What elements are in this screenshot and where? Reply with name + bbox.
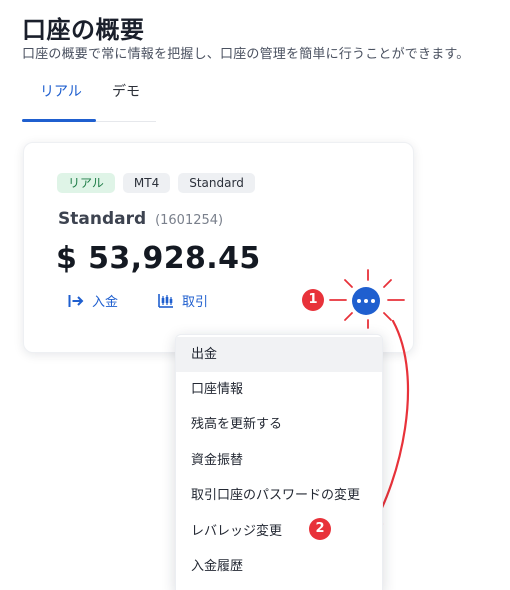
active-tab-indicator bbox=[22, 119, 96, 122]
menu-item-fund-transfer[interactable]: 資金振替 bbox=[176, 443, 382, 478]
menu-item-change-leverage[interactable]: レバレッジ変更 bbox=[176, 514, 382, 549]
account-overview-page: 口座の概要 口座の概要で常に情報を把握し、口座の管理を簡単に行うことができます。… bbox=[0, 0, 510, 590]
tab-demo[interactable]: デモ bbox=[112, 84, 140, 114]
account-card: リアル MT4 Standard Standard (1601254) $ 53… bbox=[23, 142, 414, 353]
page-title: 口座の概要 bbox=[22, 16, 145, 44]
badge-real: リアル bbox=[57, 173, 115, 193]
more-dot bbox=[364, 299, 368, 303]
more-dots-icon bbox=[357, 299, 361, 303]
arrow-into-bar-icon bbox=[68, 294, 84, 308]
deposit-button[interactable]: 入金 bbox=[68, 291, 118, 310]
step-2-marker: 2 bbox=[309, 518, 331, 540]
account-id: (1601254) bbox=[155, 213, 224, 228]
menu-item-withdraw[interactable]: 出金 bbox=[176, 337, 382, 372]
badge-platform: MT4 bbox=[122, 173, 171, 193]
trade-button[interactable]: 取引 bbox=[158, 291, 208, 310]
menu-item-change-password[interactable]: 取引口座のパスワードの変更 bbox=[176, 478, 382, 513]
more-options-menu: 出金 口座情報 残高を更新する 資金振替 取引口座のパスワードの変更 レバレッジ… bbox=[175, 334, 383, 590]
menu-item-account-info[interactable]: 口座情報 bbox=[176, 372, 382, 407]
more-options-button[interactable] bbox=[352, 287, 380, 315]
account-tabs: リアル デモ bbox=[22, 78, 156, 122]
account-type-name: Standard bbox=[58, 209, 147, 229]
account-type-heading: Standard (1601254) bbox=[58, 209, 223, 229]
step-1-marker: 1 bbox=[302, 289, 324, 311]
deposit-label: 入金 bbox=[92, 295, 119, 310]
tab-real[interactable]: リアル bbox=[40, 84, 82, 114]
more-dot bbox=[371, 299, 375, 303]
menu-item-deposit-history[interactable]: 入金履歴 bbox=[176, 549, 382, 584]
candlestick-chart-icon bbox=[158, 293, 174, 308]
account-balance: $ 53,928.45 bbox=[56, 241, 261, 276]
page-subtitle: 口座の概要で常に情報を把握し、口座の管理を簡単に行うことができます。 bbox=[22, 47, 470, 62]
menu-item-refresh-balance[interactable]: 残高を更新する bbox=[176, 407, 382, 442]
badge-account-type: Standard bbox=[178, 173, 255, 193]
account-badges: リアル MT4 Standard bbox=[57, 173, 255, 193]
trade-label: 取引 bbox=[182, 295, 209, 310]
